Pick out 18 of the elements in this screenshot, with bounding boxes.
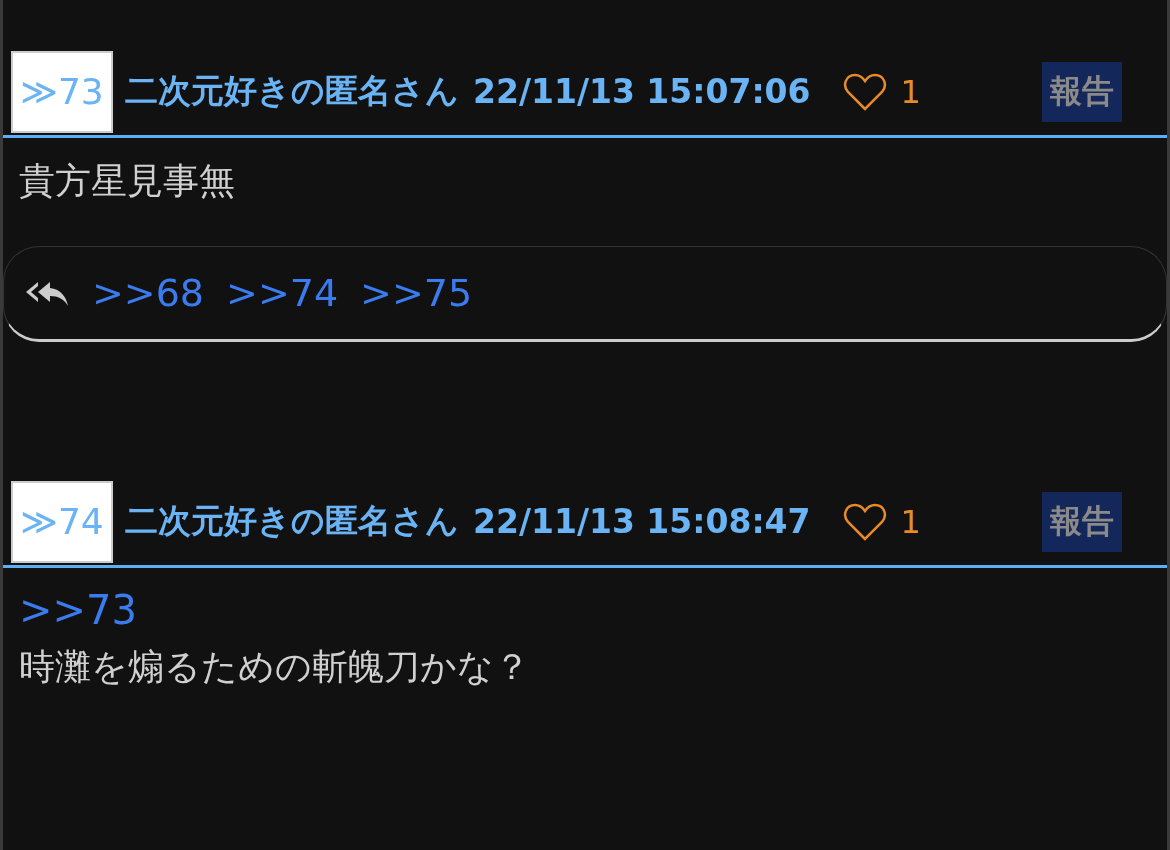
- reply-link[interactable]: >>74: [226, 271, 339, 315]
- like-count: 1: [900, 72, 921, 111]
- like-button[interactable]: 1: [842, 501, 921, 542]
- reply-link[interactable]: >>68: [92, 271, 205, 315]
- heart-icon: [842, 501, 887, 542]
- author-name: 二次元好きの匿名さん: [125, 70, 459, 112]
- post-text: 貴方星見事無: [19, 159, 236, 203]
- post-date: 22/11/13 15:08:47: [473, 502, 811, 541]
- post-text: 時灘を煽るための斬魄刀かな？: [19, 645, 531, 689]
- report-button[interactable]: 報告: [1042, 491, 1122, 552]
- like-button[interactable]: 1: [842, 71, 921, 112]
- author-name: 二次元好きの匿名さん: [125, 500, 459, 542]
- like-count: 1: [900, 502, 921, 541]
- reply-link[interactable]: >>75: [360, 271, 473, 315]
- report-button[interactable]: 報告: [1042, 61, 1122, 122]
- reply-link[interactable]: >>73: [19, 582, 137, 638]
- heart-icon: [842, 71, 887, 112]
- post-date: 22/11/13 15:07:06: [473, 72, 811, 111]
